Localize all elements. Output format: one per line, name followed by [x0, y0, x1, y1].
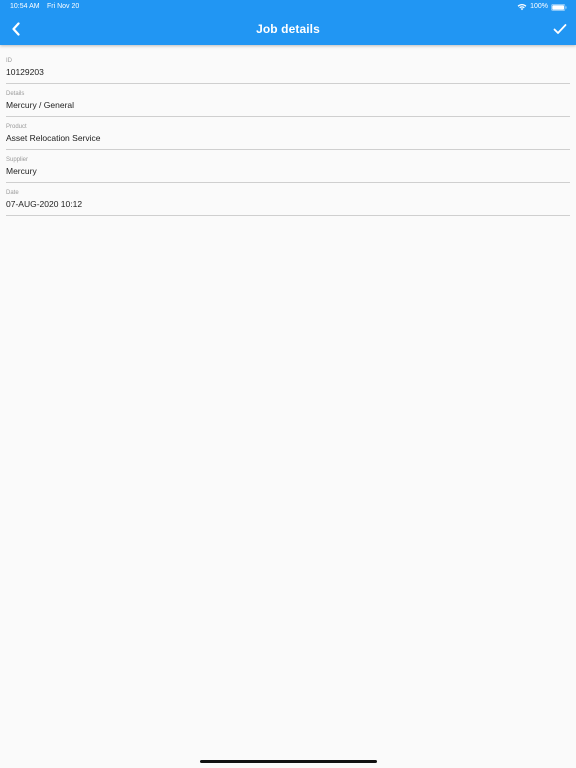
field-details: Details Mercury / General: [6, 84, 570, 117]
field-label: ID: [6, 58, 12, 64]
field-id: ID 10129203: [6, 51, 570, 84]
battery-percent: 100%: [530, 3, 548, 10]
field-date: Date 07-AUG-2020 10:12: [6, 183, 570, 216]
job-details-list: ID 10129203 Details Mercury / General Pr…: [6, 51, 570, 216]
status-time: 10:54 AM: [10, 3, 40, 10]
wifi-icon: [517, 4, 527, 11]
field-label: Product: [6, 124, 27, 130]
app-bar: Job details: [0, 14, 576, 45]
field-value: Mercury / General: [6, 100, 75, 110]
field-label: Supplier: [6, 157, 29, 163]
status-date: Fri Nov 20: [47, 3, 80, 10]
field-value: 10129203: [6, 67, 44, 77]
field-value: 07-AUG-2020 10:12: [6, 199, 83, 209]
home-indicator[interactable]: [200, 760, 377, 763]
battery-icon: [551, 3, 567, 11]
field-label: Date: [6, 190, 19, 196]
field-supplier: Supplier Mercury: [6, 150, 570, 183]
confirm-button[interactable]: [550, 19, 570, 39]
page-title: Job details: [256, 22, 320, 36]
top-bar: 10:54 AM Fri Nov 20 100% Job details: [0, 0, 576, 45]
field-product: Product Asset Relocation Service: [6, 117, 570, 150]
status-indicators: 100%: [517, 0, 567, 14]
field-value: Mercury: [6, 166, 37, 176]
check-icon: [553, 24, 567, 34]
field-label: Details: [6, 91, 25, 97]
field-value: Asset Relocation Service: [6, 133, 101, 143]
status-bar: 10:54 AM Fri Nov 20 100%: [0, 0, 576, 14]
